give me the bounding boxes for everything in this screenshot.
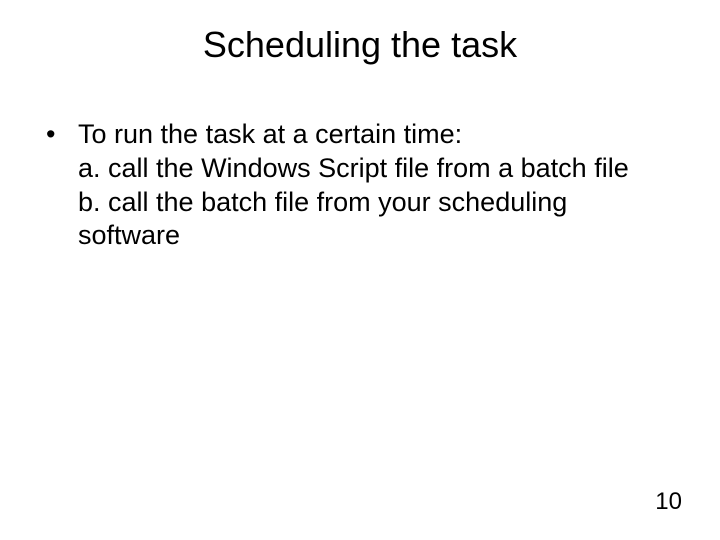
page-number: 10 (655, 488, 682, 516)
bullet-item: • To run the task at a certain time: (46, 118, 674, 152)
slide-title: Scheduling the task (0, 24, 720, 66)
bullet-symbol: • (46, 118, 78, 152)
bullet-sub-a: a. call the Windows Script file from a b… (78, 152, 674, 186)
slide-body: • To run the task at a certain time: a. … (46, 118, 674, 253)
bullet-sub-b: b. call the batch file from your schedul… (78, 186, 674, 254)
slide: Scheduling the task • To run the task at… (0, 0, 720, 540)
bullet-lead-text: To run the task at a certain time: (78, 118, 674, 152)
